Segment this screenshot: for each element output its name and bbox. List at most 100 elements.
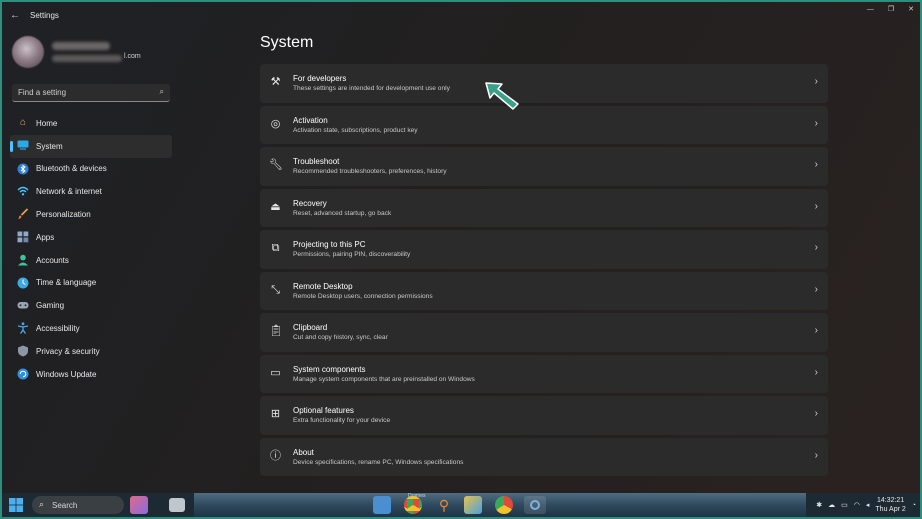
find-setting-search[interactable]: Find a setting ⌕ — [12, 84, 170, 102]
settings-cards: ⚒ For developers These settings are inte… — [260, 64, 828, 479]
chevron-right-icon: › — [814, 408, 818, 419]
clipboard-icon: 📋︎ — [269, 325, 283, 337]
card-subtitle: Reset, advanced startup, go back — [293, 209, 392, 217]
sidebar-item-label: Apps — [36, 232, 55, 242]
card-subtitle: Extra functionality for your device — [293, 417, 391, 424]
card-system-components[interactable]: ▭ System components Manage system compon… — [260, 354, 828, 393]
recovery-icon: ⏏ — [270, 200, 281, 213]
minimize-button[interactable]: — — [867, 6, 874, 13]
app-icon[interactable] — [464, 496, 482, 514]
battery-icon[interactable]: ▭ — [841, 501, 848, 509]
search-app-icon[interactable]: ⚲ — [435, 496, 453, 514]
accessibility-icon — [17, 322, 29, 335]
sidebar-item-label: Gaming — [36, 301, 65, 311]
bluetooth-tray-icon[interactable]: ✱ — [816, 501, 822, 509]
info-icon: ⓘ — [270, 449, 281, 462]
sidebar-item-time-language[interactable]: Time & language — [10, 272, 172, 295]
card-subtitle: Device specifications, rename PC, Window… — [293, 458, 464, 466]
system-components-icon: ▭ — [270, 366, 281, 379]
wrench-icon: 🔧︎ — [269, 159, 283, 171]
card-title: Troubleshoot — [293, 157, 340, 166]
activation-check-icon: ◎ — [270, 117, 281, 130]
card-troubleshoot[interactable]: 🔧︎ Troubleshoot Recommended troubleshoot… — [260, 147, 828, 186]
bluetooth-icon — [17, 163, 29, 175]
search-placeholder: Find a setting — [18, 88, 67, 97]
sidebar-item-gaming[interactable]: Gaming — [10, 294, 172, 317]
card-projecting[interactable]: ⧉ Projecting to this PC Permissions, pai… — [260, 230, 828, 269]
settings-window: ← Settings — ❐ ✕ l.com Find a setting ⌕ … — [2, 2, 920, 493]
sidebar-item-home[interactable]: ⌂ Home — [10, 112, 172, 135]
chevron-right-icon: › — [814, 283, 818, 295]
avatar — [12, 36, 44, 68]
card-for-developers[interactable]: ⚒ For developers These settings are inte… — [260, 64, 828, 103]
sidebar-item-system[interactable]: System — [10, 134, 172, 158]
chrome-canary-icon[interactable] — [495, 496, 513, 514]
sidebar-item-windows-update[interactable]: Windows Update — [10, 363, 172, 386]
sidebar-item-label: Privacy & security — [36, 346, 100, 356]
sidebar-item-accounts[interactable]: Accounts — [10, 249, 172, 272]
search-icon: ⌕ — [39, 499, 45, 509]
card-subtitle: These settings are intended for developm… — [293, 85, 450, 92]
sidebar-item-label: Bluetooth & devices — [36, 164, 107, 174]
volume-icon[interactable]: ◂ — [866, 501, 870, 509]
accounts-icon — [17, 254, 29, 266]
remote-desktop-icon: ⤡ — [271, 283, 280, 296]
clock[interactable]: 14:32:21 Thu Apr 2 — [875, 496, 905, 514]
apps-icon — [17, 231, 29, 243]
sidebar-item-label: Accounts — [36, 255, 69, 265]
search-icon[interactable]: ⌕ — [160, 87, 164, 97]
task-view-icon[interactable] — [169, 498, 185, 512]
card-about[interactable]: ⓘ About Device specifications, rename PC… — [260, 437, 828, 476]
card-remote-desktop[interactable]: ⤡ Remote Desktop Remote Desktop users, c… — [260, 271, 828, 310]
chrome-icon[interactable] — [404, 496, 422, 514]
sidebar-item-label: Network & internet — [36, 187, 102, 197]
card-title: System components — [293, 364, 366, 374]
card-title: Remote Desktop — [293, 281, 353, 291]
projecting-icon: ⧉ — [271, 242, 280, 254]
card-activation[interactable]: ◎ Activation Activation state, subscript… — [260, 105, 828, 144]
system-tray: ✱ ☁ ▭ ◠ ◂ 14:32:21 Thu Apr 2 ◔ — [816, 493, 916, 517]
taskbar-search[interactable]: ⌕ Search — [32, 496, 124, 514]
chevron-right-icon: › — [814, 117, 818, 129]
gamepad-icon — [17, 299, 29, 311]
card-title: Clipboard — [293, 323, 328, 332]
globe-clock-icon — [17, 277, 29, 289]
settings-gear-icon — [530, 500, 540, 510]
sidebar-item-network[interactable]: Network & internet — [10, 180, 172, 203]
card-title: For developers — [293, 74, 347, 83]
brush-icon — [17, 208, 29, 220]
close-button[interactable]: ✕ — [908, 5, 914, 13]
card-subtitle: Cut and copy history, sync, clear — [293, 334, 388, 341]
back-arrow-icon[interactable]: ← — [10, 10, 24, 21]
pointer-arrow-icon — [485, 82, 519, 110]
sidebar-item-label: Accessibility — [36, 324, 80, 334]
card-subtitle: Activation state, subscriptions, product… — [293, 126, 418, 134]
notification-bell-icon[interactable]: ◔ — [912, 502, 916, 509]
card-recovery[interactable]: ⏏ Recovery Reset, advanced startup, go b… — [260, 188, 828, 227]
profile-name-redacted — [52, 42, 110, 50]
system-icon — [17, 140, 29, 152]
wifi-tray-icon[interactable]: ◠ — [854, 501, 860, 509]
sidebar-item-bluetooth[interactable]: Bluetooth & devices — [10, 158, 172, 181]
maximize-button[interactable]: ❐ — [888, 5, 894, 13]
profile-email: l.com — [124, 53, 141, 60]
file-explorer-icon[interactable] — [373, 496, 391, 514]
profile[interactable]: l.com — [12, 36, 172, 76]
window-controls: — ❐ ✕ — [867, 2, 914, 16]
home-icon: ⌂ — [19, 117, 27, 128]
sidebar-item-personalization[interactable]: Personalization — [10, 203, 172, 226]
cloud-icon[interactable]: ☁ — [828, 501, 835, 509]
windows-start-icon[interactable] — [8, 497, 24, 513]
chevron-right-icon: › — [814, 76, 818, 87]
card-title: Activation — [293, 115, 328, 125]
card-title: Projecting to this PC — [293, 240, 366, 249]
widgets-icon[interactable] — [130, 496, 148, 514]
card-clipboard[interactable]: 📋︎ Clipboard Cut and copy history, sync,… — [260, 313, 828, 352]
card-optional-features[interactable]: ⊞ Optional features Extra functionality … — [260, 396, 828, 435]
settings-taskbar-icon[interactable] — [524, 496, 546, 514]
chevron-right-icon: › — [814, 200, 818, 212]
sidebar-item-accessibility[interactable]: Accessibility — [10, 317, 172, 340]
sidebar-item-apps[interactable]: Apps — [10, 226, 172, 249]
clock-time: 14:32:21 — [876, 497, 905, 504]
sidebar-item-privacy[interactable]: Privacy & security — [10, 340, 172, 363]
